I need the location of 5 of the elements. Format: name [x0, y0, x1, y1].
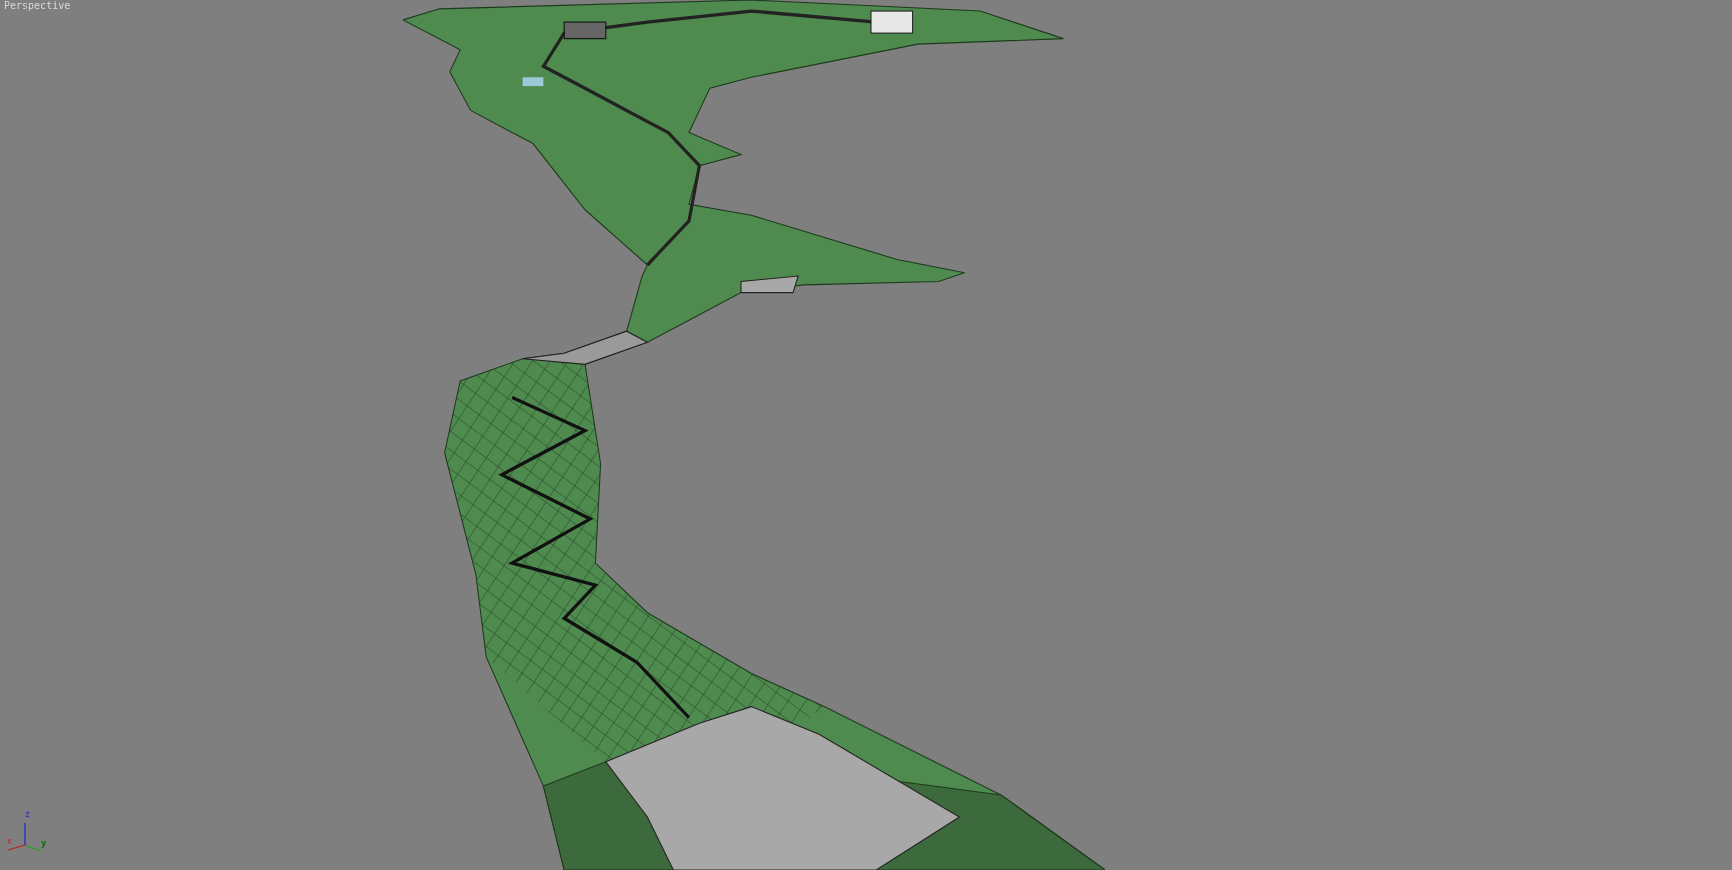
- axis-tripod-icon: [7, 822, 42, 852]
- x-axis-label: x: [7, 838, 12, 846]
- y-axis-label: y: [41, 839, 47, 848]
- z-axis-label: z: [25, 811, 30, 819]
- viewport-label[interactable]: Perspective: [4, 1, 71, 11]
